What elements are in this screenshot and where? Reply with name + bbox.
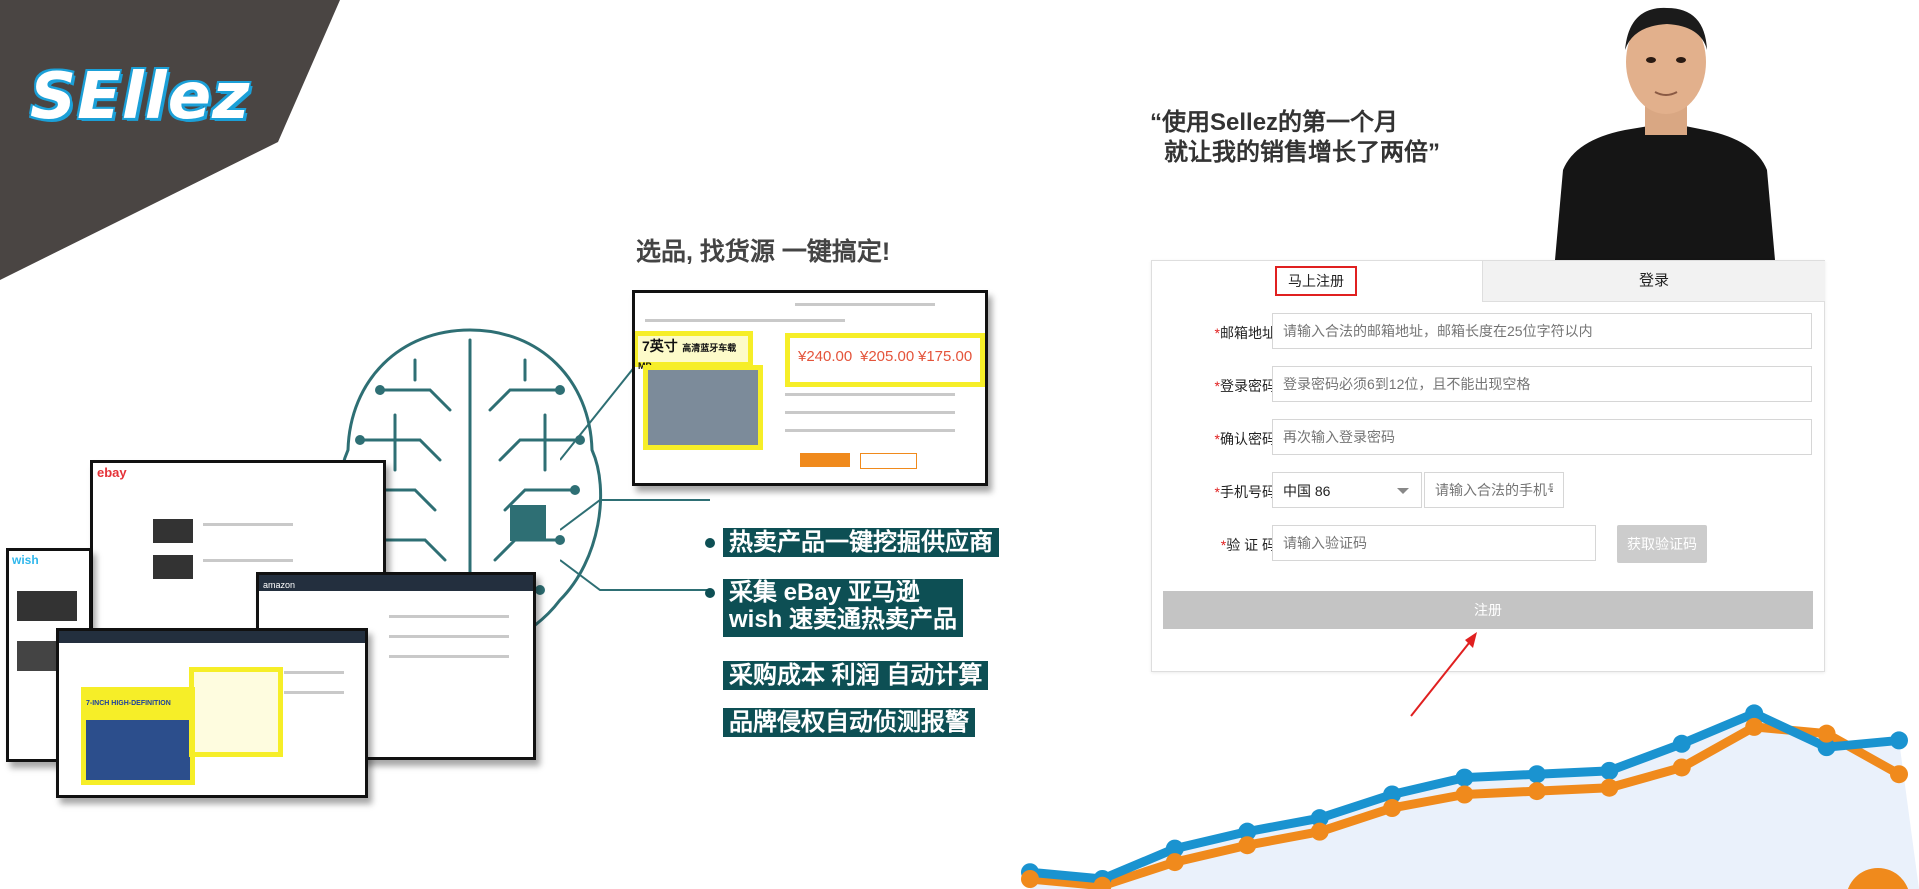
- corner-wedge: [0, 0, 340, 280]
- trend-lines-decoration: [1021, 704, 1919, 889]
- trend-blue-point: [1600, 761, 1619, 780]
- feature-banner-2-line-1: 采集 eBay 亚马逊: [729, 579, 920, 606]
- price-1: ¥240.00: [798, 348, 853, 365]
- feature-banner-4: 品牌侵权自动侦测报警: [723, 708, 975, 737]
- product-detail-mockup: 7-INCH HIGH-DEFINITION COLOR SCREEN: [56, 628, 368, 798]
- feature-banner-3: 采购成本 利润 自动计算: [723, 661, 989, 690]
- trend-blue-point: [1455, 768, 1474, 787]
- amazon-logo: amazon: [263, 580, 296, 590]
- email-label: *邮箱地址: [1186, 323, 1276, 343]
- confirm-password-label-text: 确认密码: [1220, 431, 1276, 447]
- trend-orange-point: [1672, 758, 1691, 777]
- tab-register[interactable]: 马上注册: [1152, 261, 1482, 301]
- trend-orange-point: [1455, 785, 1474, 804]
- verification-code-label-text: 验 证 码: [1226, 537, 1276, 553]
- product-image-highlight: [643, 365, 763, 450]
- password-label-text: 登录密码: [1220, 378, 1276, 394]
- product-photo-highlight: [81, 715, 195, 785]
- color-screen-highlight: 7-INCH HIGH-DEFINITION COLOR SCREEN: [81, 687, 195, 725]
- get-code-button[interactable]: 获取验证码: [1617, 525, 1707, 563]
- trend-orange-point: [1238, 836, 1257, 855]
- trend-orange-point: [1310, 822, 1329, 841]
- verification-code-input[interactable]: [1272, 525, 1596, 561]
- registration-panel: 马上注册 登录 *邮箱地址 *登录密码 *确认密码 *手机号码 中国 86 *验…: [1151, 260, 1825, 672]
- trend-orange-point: [1527, 782, 1546, 801]
- trend-blue-point: [1672, 734, 1691, 753]
- register-button[interactable]: 注册: [1163, 591, 1813, 629]
- page-headline: 选品, 找货源 一键搞定!: [636, 238, 891, 266]
- product-page-mockup: 7英寸 高清蓝牙车载MP ¥240.00 ¥205.00 ¥175.00: [632, 290, 988, 486]
- password-label: *登录密码: [1186, 376, 1276, 396]
- verification-code-label: *验 证 码: [1186, 535, 1276, 555]
- ebay-logo: ebay: [97, 465, 127, 480]
- trend-orange-point: [1745, 717, 1764, 736]
- country-code-value: 中国 86: [1283, 483, 1331, 499]
- price-2: ¥205.00: [860, 348, 915, 365]
- trend-orange-point: [1383, 799, 1402, 818]
- product-title-text: 7英寸: [642, 338, 678, 354]
- trend-blue-point: [1890, 731, 1908, 750]
- tab-register-label: 马上注册: [1275, 266, 1357, 296]
- feature-banner-2: 采集 eBay 亚马逊 wish 速卖通热卖产品: [723, 579, 964, 637]
- tab-login[interactable]: 登录: [1482, 261, 1825, 302]
- feature-banner-2-line-2: wish 速卖通热卖产品: [729, 606, 958, 633]
- trend-orange-point: [1165, 853, 1184, 872]
- feature-banner-1: 热卖产品一键挖掘供应商: [723, 528, 999, 557]
- feature-dot-1: [705, 538, 715, 548]
- phone-label-text: 手机号码: [1220, 484, 1276, 500]
- password-input[interactable]: [1272, 366, 1812, 402]
- phone-input[interactable]: [1424, 472, 1564, 508]
- trend-orange-point: [1021, 870, 1039, 888]
- chevron-down-icon: [1397, 488, 1409, 494]
- trend-orange-point: [1890, 765, 1908, 784]
- confirm-password-input[interactable]: [1272, 419, 1812, 455]
- price-3: ¥175.00: [918, 348, 973, 365]
- description-highlight: [189, 667, 283, 757]
- trend-orange-point: [1600, 778, 1619, 797]
- testimonial-portrait: [1555, 7, 1775, 260]
- quote-line-1: “使用Sellez的第一个月: [1150, 109, 1399, 136]
- sellez-logo: SEllez: [30, 60, 251, 134]
- testimonial-quote: “使用Sellez的第一个月 就让我的销售增长了两倍”: [1150, 108, 1440, 168]
- feature-dot-2: [705, 588, 715, 598]
- price-highlight: ¥240.00 ¥205.00 ¥175.00: [785, 333, 985, 387]
- product-title-highlight: 7英寸 高清蓝牙车载MP: [635, 331, 753, 371]
- trend-blue-point: [1527, 765, 1546, 784]
- email-input[interactable]: [1272, 313, 1812, 349]
- wish-logo: wish: [12, 553, 39, 567]
- quote-line-2: 就让我的销售增长了两倍”: [1164, 139, 1440, 166]
- country-code-select[interactable]: 中国 86: [1272, 472, 1422, 508]
- confirm-password-label: *确认密码: [1186, 429, 1276, 449]
- trend-orange-point: [1817, 724, 1836, 743]
- phone-label: *手机号码: [1186, 482, 1276, 502]
- email-label-text: 邮箱地址: [1220, 325, 1276, 341]
